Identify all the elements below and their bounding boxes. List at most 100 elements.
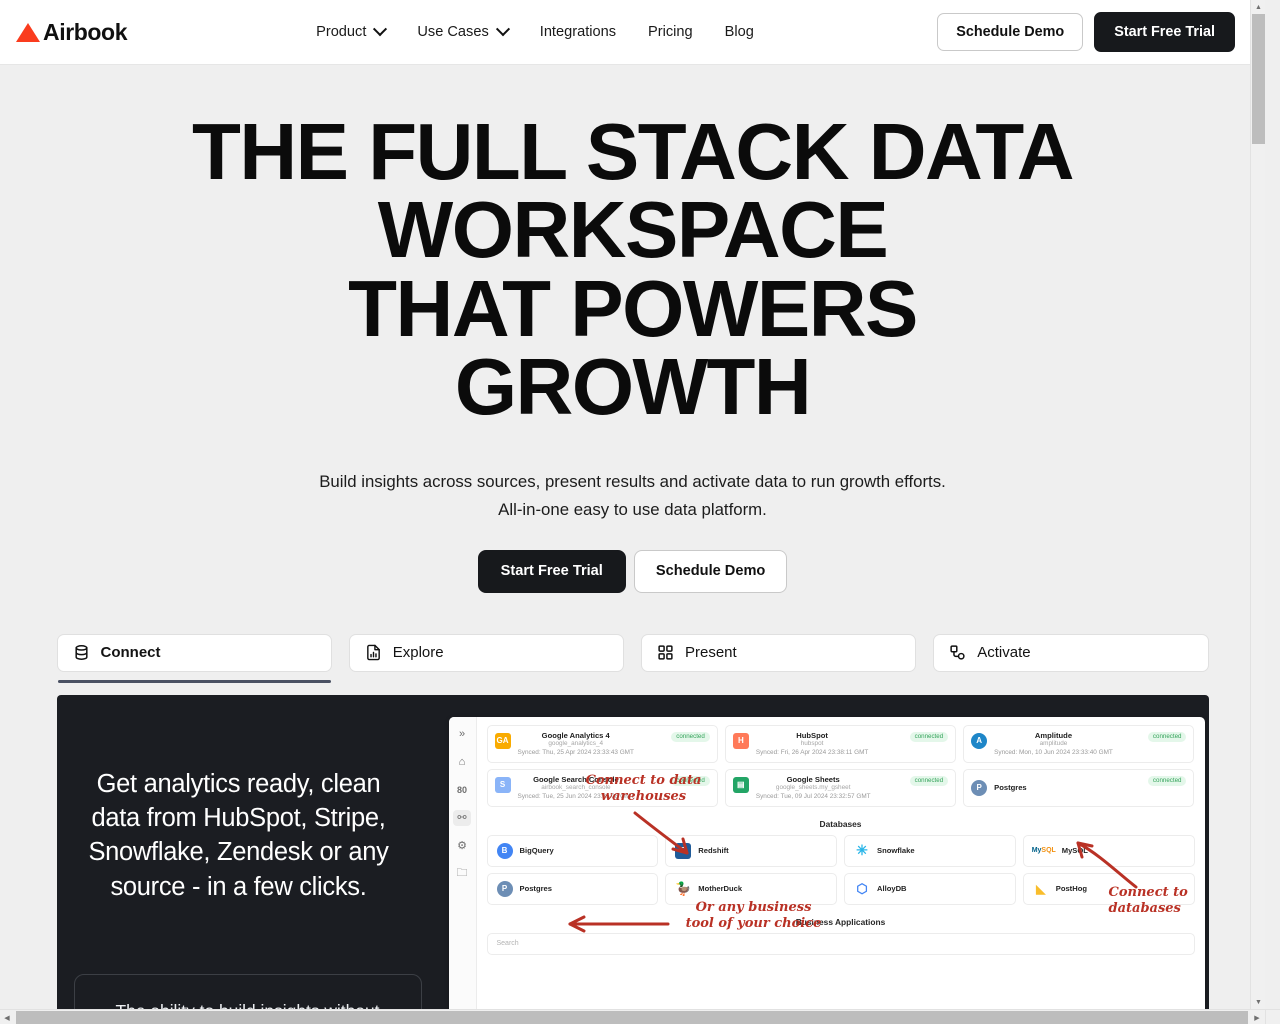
tab-present[interactable]: Present (641, 633, 917, 672)
hero-schedule-demo-button[interactable]: Schedule Demo (633, 550, 788, 593)
scroll-right-arrow-icon[interactable]: ▶ (1250, 1010, 1264, 1024)
tab-explore[interactable]: Explore (348, 633, 624, 672)
connection-slug: airbook_search_console (541, 784, 611, 792)
database-name: PostHog (1055, 884, 1087, 894)
hero-heading-line-1: THE FULL STACK DATA WORKSPACE (191, 107, 1075, 275)
status-badge: connected (671, 731, 710, 742)
redshift-icon: R (675, 842, 692, 859)
connections-grid: GA Google Analytics 4 google_analytics_4… (486, 724, 1195, 807)
brand-name: Airbook (43, 18, 128, 45)
database-name: MySQL (1061, 846, 1088, 856)
database-card[interactable]: My SQL MySQL (1022, 834, 1195, 867)
scroll-left-arrow-icon[interactable]: ◀ (0, 1010, 14, 1024)
chevrons-right-icon[interactable]: » (453, 726, 471, 742)
database-name: MotherDuck (698, 884, 743, 894)
nav-item-product[interactable]: Product (316, 22, 388, 40)
app-side-rail: » ⌂ 80 ⚯ ⚙ 🗀 (448, 716, 477, 1009)
hero-subtitle-line-2: All-in-one easy to use data platform. (498, 499, 767, 519)
hero-start-free-trial-button[interactable]: Start Free Trial (477, 550, 626, 593)
scrollbar-corner (1265, 1009, 1280, 1024)
nodes-icon (949, 644, 966, 661)
alloydb-icon: ⬡ (854, 880, 870, 897)
search-input[interactable]: Search (486, 932, 1195, 955)
page-title: THE FULL STACK DATA WORKSPACE THAT POWER… (183, 107, 1083, 432)
browser-viewport: Airbook Product Use Cases Integrations P… (0, 0, 1280, 1024)
google-search-console-icon: S (494, 776, 511, 793)
connection-name: Postgres (994, 782, 1027, 792)
nav-item-label: Integrations (539, 24, 617, 40)
plug-icon[interactable]: ⚯ (453, 809, 471, 826)
status-badge: connected (909, 731, 949, 742)
snowflake-icon: ✳ (854, 842, 870, 859)
database-card[interactable]: ⬡ AlloyDB (844, 872, 1016, 905)
business-applications-section-title: Business Applications (795, 916, 886, 927)
hero-subtitle-line-1: Build insights across sources, present r… (319, 471, 946, 491)
hero-section: THE FULL STACK DATA WORKSPACE THAT POWER… (0, 65, 1265, 1009)
database-name: BigQuery (519, 846, 554, 856)
connection-name: Google Analytics 4 (541, 730, 610, 740)
schedule-demo-button[interactable]: Schedule Demo (937, 12, 1084, 52)
database-card[interactable]: ✳ Snowflake (844, 834, 1016, 867)
database-card[interactable]: P Postgres (486, 872, 659, 905)
nav-item-pricing[interactable]: Pricing (648, 24, 693, 40)
nav-item-integrations[interactable]: Integrations (540, 24, 616, 40)
tab-label: Activate (977, 644, 1031, 662)
nav-item-label: Pricing (648, 24, 693, 40)
settings-icon[interactable]: ⚙ (453, 838, 471, 854)
databases-grid: B BigQuery R Redshift ✳ Snowflake My SQL… (486, 834, 1195, 905)
hero-heading-line-2: THAT POWERS GROWTH (348, 263, 918, 432)
testimonial-quote-text: The ability to build insights without me… (116, 1001, 380, 1009)
connection-sync-time: Synced: Fri, 26 Apr 2024 23:38:11 GMT (755, 748, 869, 756)
connection-slug: hubspot (800, 740, 824, 748)
nav-links: Product Use Cases Integrations Pricing B… (316, 22, 754, 40)
status-badge: connected (1147, 731, 1187, 742)
nav-item-blog[interactable]: Blog (725, 24, 754, 40)
hubspot-icon: H (732, 732, 749, 749)
hero-subtitle: Build insights across sources, present r… (0, 468, 1265, 524)
connection-card[interactable]: H HubSpot hubspot Synced: Fri, 26 Apr 20… (724, 724, 957, 763)
nav-item-use-cases[interactable]: Use Cases (417, 22, 510, 40)
triangle-logo-icon (16, 22, 40, 42)
workspace-80-icon[interactable]: 80 (453, 782, 471, 798)
top-navigation-bar: Airbook Product Use Cases Integrations P… (0, 0, 1265, 65)
posthog-icon: ◣ (1032, 880, 1049, 897)
motherduck-icon: 🦆 (675, 880, 692, 897)
home-icon[interactable]: ⌂ (453, 754, 471, 770)
database-card[interactable]: R Redshift (665, 834, 837, 867)
tab-connect[interactable]: Connect (56, 633, 332, 683)
app-content: GA Google Analytics 4 google_analytics_4… (477, 717, 1205, 1009)
tab-label: Connect (100, 644, 161, 662)
folder-icon[interactable]: 🗀 (453, 866, 471, 882)
scroll-up-arrow-icon[interactable]: ▲ (1251, 0, 1265, 14)
connection-sync-time: Synced: Tue, 09 Jul 2024 23:32:57 GMT (755, 792, 871, 800)
database-card[interactable]: ◣ PostHog (1022, 872, 1195, 905)
database-name: Postgres (519, 884, 553, 894)
connection-card[interactable]: ▤ Google Sheets google_sheets.my_gsheet … (724, 768, 957, 807)
layout-grid-icon (657, 644, 674, 661)
connection-card[interactable]: GA Google Analytics 4 google_analytics_4… (486, 724, 718, 763)
vertical-scrollbar-thumb[interactable] (1252, 14, 1265, 144)
connection-name: Amplitude (1034, 730, 1073, 740)
product-screenshot: » ⌂ 80 ⚯ ⚙ 🗀 GA Google Analytics 4 googl… (448, 716, 1205, 1009)
connection-name: HubSpot (796, 730, 828, 740)
vertical-scrollbar[interactable]: ▲ ▼ (1250, 0, 1265, 1009)
google-analytics-icon: GA (494, 732, 511, 749)
feature-panel: Get analytics ready, clean data from Hub… (56, 694, 1209, 1009)
database-card[interactable]: 🦆 MotherDuck (665, 872, 837, 905)
horizontal-scrollbar-thumb[interactable] (16, 1011, 1248, 1024)
tab-activate[interactable]: Activate (933, 633, 1209, 672)
database-card[interactable]: B BigQuery (486, 834, 659, 867)
postgres-icon: P (971, 779, 988, 796)
start-free-trial-button[interactable]: Start Free Trial (1094, 11, 1235, 53)
connection-card[interactable]: A Amplitude amplitude Synced: Mon, 10 Ju… (963, 724, 1195, 763)
connection-card[interactable]: S Google Search Console airbook_search_c… (486, 768, 718, 807)
search-placeholder: Search (496, 940, 519, 948)
testimonial-quote-card: The ability to build insights without me… (73, 974, 422, 1009)
postgres-icon: P (496, 880, 513, 897)
database-name: Redshift (698, 846, 729, 856)
connection-card[interactable]: P Postgres connected (963, 768, 1195, 807)
scroll-down-arrow-icon[interactable]: ▼ (1251, 995, 1265, 1009)
nav-item-label: Blog (724, 24, 754, 40)
horizontal-scrollbar[interactable]: ◀ ▶ (0, 1009, 1280, 1024)
brand-logo[interactable]: Airbook (16, 19, 127, 46)
